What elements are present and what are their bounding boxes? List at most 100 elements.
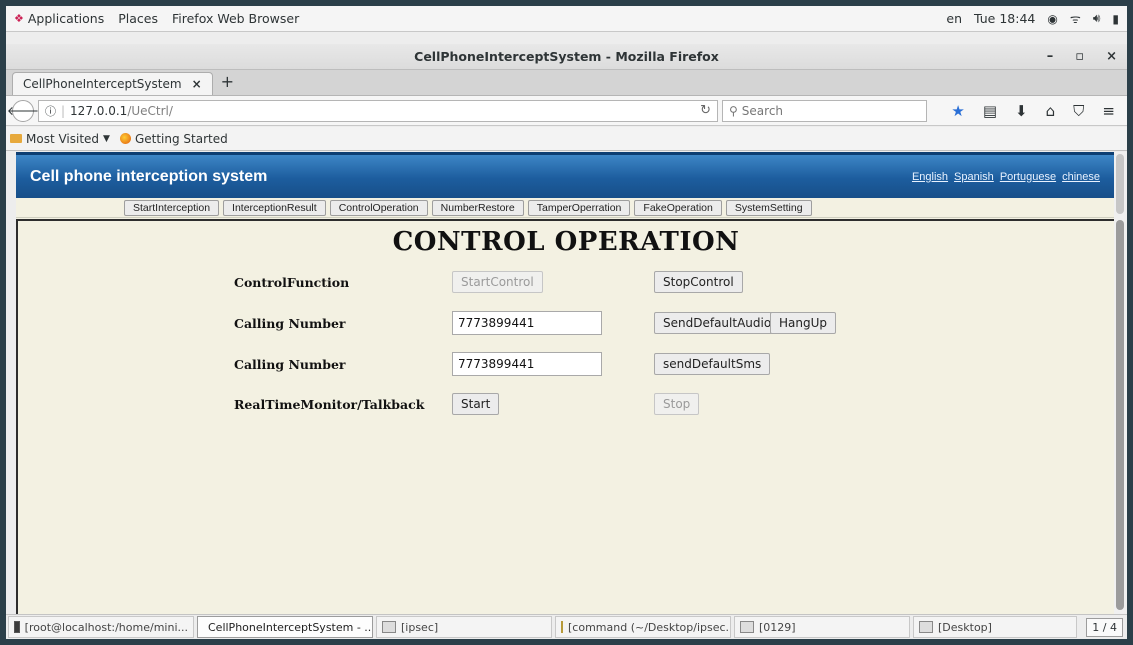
battery-icon[interactable]: ▮: [1112, 12, 1119, 26]
firefox-icon: [119, 133, 131, 144]
task-firefox[interactable]: CellPhoneInterceptSystem - ...: [197, 616, 373, 638]
url-path: /UeCtrl/: [127, 103, 173, 118]
record-icon[interactable]: ◉: [1047, 12, 1057, 26]
window-icon: [740, 621, 754, 633]
page-title: CONTROL OPERATION: [392, 227, 740, 257]
url-divider: |: [61, 103, 66, 118]
start-control-button[interactable]: StartControl: [452, 271, 543, 293]
bookmarks-toolbar: Most Visited ▼ Getting Started: [6, 127, 1127, 151]
control-function-row: ControlFunction StartControl StopControl: [18, 271, 1114, 295]
menu-tamper-operation[interactable]: TamperOperration: [527, 199, 631, 216]
search-icon: ⚲: [729, 103, 738, 118]
lang-english-link[interactable]: English: [912, 171, 948, 183]
maximize-button[interactable]: ▫: [1075, 44, 1084, 70]
most-visited-bookmark[interactable]: Most Visited ▼: [10, 132, 110, 146]
window-icon: [382, 621, 396, 633]
send-default-sms-button[interactable]: sendDefaultSms: [654, 353, 771, 375]
search-placeholder: Search: [741, 103, 784, 118]
reading-list-icon[interactable]: ▤: [983, 102, 997, 120]
menu-fake-operation[interactable]: FakeOperation: [634, 199, 722, 216]
start-monitor-button[interactable]: Start: [452, 393, 500, 415]
calling-number-sms-row: Calling Number 7773899441 sendDefaultSms: [18, 352, 1114, 377]
task-ipsec[interactable]: [ipsec]: [376, 616, 552, 638]
row-label: Calling Number: [234, 316, 346, 331]
back-button[interactable]: 🡐: [7, 99, 39, 122]
stop-monitor-button[interactable]: Stop: [654, 393, 700, 415]
search-input[interactable]: ⚲ Search: [722, 99, 927, 122]
close-window-button[interactable]: ×: [1106, 44, 1117, 70]
row-label: ControlFunction: [234, 275, 350, 290]
input-language[interactable]: en: [946, 11, 962, 26]
home-icon[interactable]: ⌂: [1046, 102, 1056, 120]
tab-label: CellPhoneInterceptSystem: [23, 77, 182, 91]
tab-close-button[interactable]: ×: [192, 77, 202, 91]
reload-icon[interactable]: ↻: [700, 103, 711, 118]
row-label: Calling Number: [234, 357, 346, 372]
task-label: [ipsec]: [401, 620, 439, 634]
text-editor-icon: [561, 621, 563, 633]
menu-number-restore[interactable]: NumberRestore: [431, 199, 524, 216]
applications-menu[interactable]: Applications: [28, 11, 104, 26]
dropdown-arrow-icon: ▼: [103, 133, 110, 144]
realtime-monitor-row: RealTimeMonitor/Talkback Start Stop: [18, 393, 1114, 417]
language-links: English Spanish Portuguese chinese: [912, 171, 1100, 183]
hang-up-button[interactable]: HangUp: [770, 312, 836, 334]
site-header: Cell phone interception system English S…: [16, 152, 1114, 198]
downloads-icon[interactable]: ⬇: [1015, 102, 1028, 120]
menu-control-operation[interactable]: ControlOperation: [329, 199, 428, 216]
menu-start-interception[interactable]: StartInterception: [124, 199, 220, 216]
tab-strip: CellPhoneInterceptSystem × +: [6, 70, 1127, 96]
lang-portuguese-link[interactable]: Portuguese: [1000, 171, 1056, 183]
volume-icon[interactable]: 🔊︎: [1093, 11, 1101, 26]
navigation-toolbar: 🡐 ⓘ | 127.0.0.1 /UeCtrl/ ↻ ⚲ Search ★ ▤ …: [6, 96, 1127, 126]
lang-chinese-link[interactable]: chinese: [1062, 171, 1100, 183]
calling-number-input[interactable]: 7773899441: [452, 352, 602, 376]
minimize-button[interactable]: –: [1047, 44, 1054, 70]
site-menu-bar: StartInterception InterceptionResult Con…: [16, 198, 1114, 218]
menu-system-setting[interactable]: SystemSetting: [725, 199, 812, 216]
hamburger-menu-icon[interactable]: ≡: [1102, 102, 1115, 120]
window-icon: [919, 621, 933, 633]
task-label: [0129]: [759, 620, 796, 634]
task-command-editor[interactable]: [command (~/Desktop/ipsec...: [555, 616, 731, 638]
terminal-icon: [14, 621, 20, 633]
pocket-icon[interactable]: ⛉: [1073, 102, 1084, 120]
window-titlebar[interactable]: CellPhoneInterceptSystem - Mozilla Firef…: [6, 44, 1127, 70]
calling-number-audio-row: Calling Number 7773899441 SendDefaultAud…: [18, 311, 1114, 336]
scrollbar-thumb[interactable]: [1116, 220, 1124, 610]
url-host: 127.0.0.1: [70, 103, 128, 118]
tab-cellphone-intercept[interactable]: CellPhoneInterceptSystem ×: [12, 72, 213, 95]
getting-started-bookmark[interactable]: Getting Started: [119, 131, 228, 146]
task-terminal-root[interactable]: [root@localhost:/home/mini...: [8, 616, 194, 638]
scrollbar-top-thumb[interactable]: [1116, 154, 1124, 214]
back-arrow-icon: 🡐: [6, 104, 40, 118]
task-0129[interactable]: [0129]: [734, 616, 910, 638]
url-bar[interactable]: ⓘ | 127.0.0.1 /UeCtrl/ ↻: [38, 99, 718, 122]
calling-number-input[interactable]: 7773899441: [452, 311, 602, 335]
window-list-taskbar: [root@localhost:/home/mini... CellPhoneI…: [6, 614, 1127, 639]
vertical-scrollbar[interactable]: [1114, 152, 1127, 614]
task-label: [command (~/Desktop/ipsec...: [568, 620, 731, 634]
getting-started-label: Getting Started: [134, 131, 228, 146]
bookmark-star-icon[interactable]: ★: [951, 102, 964, 120]
wifi-icon[interactable]: ᯤ: [1070, 10, 1081, 27]
site-info-icon[interactable]: ⓘ: [45, 103, 56, 119]
firefox-app-menu[interactable]: Firefox Web Browser: [172, 11, 299, 26]
clock[interactable]: Tue 18:44: [974, 11, 1035, 26]
task-desktop[interactable]: [Desktop]: [913, 616, 1077, 638]
menu-interception-result[interactable]: InterceptionResult: [223, 199, 326, 216]
task-label: [root@localhost:/home/mini...: [24, 620, 188, 634]
workspace-pager[interactable]: 1 / 4: [1086, 617, 1123, 637]
new-tab-button[interactable]: +: [221, 72, 234, 91]
page-content: Cell phone interception system English S…: [16, 152, 1114, 614]
gnome-top-bar: ❖ Applications Places Firefox Web Browse…: [6, 6, 1127, 32]
window-title: CellPhoneInterceptSystem - Mozilla Firef…: [414, 49, 719, 64]
folder-icon: [10, 134, 22, 143]
send-default-audio-button[interactable]: SendDefaultAudio: [654, 312, 781, 334]
stop-control-button[interactable]: StopControl: [654, 271, 743, 293]
task-label: CellPhoneInterceptSystem - ...: [208, 620, 373, 634]
places-menu[interactable]: Places: [118, 11, 158, 26]
desktop-screen: ❖ Applications Places Firefox Web Browse…: [6, 6, 1127, 639]
lang-spanish-link[interactable]: Spanish: [954, 171, 994, 183]
row-label: RealTimeMonitor/Talkback: [234, 397, 425, 412]
